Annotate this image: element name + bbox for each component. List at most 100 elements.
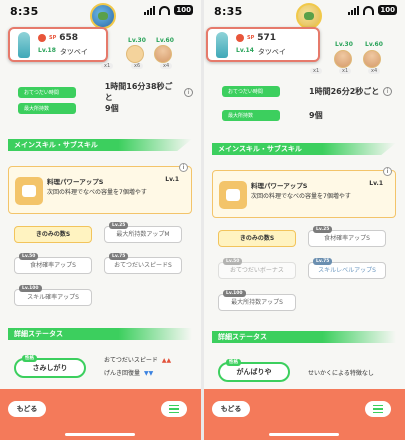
main-skill-desc: 次回の料理でなべの容量を7個増やす — [251, 193, 351, 200]
nature-badge[interactable]: 性格 がんばりや — [218, 359, 290, 382]
bottom-bar: もどる — [0, 389, 201, 440]
main-skill-level: Lv.1 — [369, 180, 383, 187]
wifi-icon — [159, 5, 171, 15]
status-time: 8:35 — [10, 4, 39, 18]
back-button[interactable]: もどる — [8, 401, 46, 417]
home-indicator — [269, 433, 339, 436]
pokemon-sprite — [216, 31, 228, 58]
nature-effect-down: げんき回復量 ▼▼ — [104, 370, 154, 377]
hamburger-icon — [373, 404, 383, 407]
ingredient-count: x1 — [339, 68, 352, 74]
mushroom-ingredient-icon[interactable] — [334, 50, 352, 68]
ingredient-count: x1 — [101, 63, 114, 69]
nature-name: がんばりや — [236, 368, 272, 376]
battery-icon: 100 — [174, 5, 193, 15]
comparison-view: 8:35 100 SP 658 Lv.18 タツベイ Lv.30 x6 Lv.60 … — [0, 0, 405, 440]
sp-icon — [38, 33, 46, 42]
nature-effect-up: おてつだいスピード ▲▲ — [104, 357, 172, 364]
pokemon-card[interactable]: SP 571 Lv.14 タツベイ — [206, 27, 320, 62]
sub-skill-3[interactable]: Lv.50 おてつだいボーナス — [218, 258, 296, 279]
pokemon-level: Lv.18 — [38, 46, 56, 54]
home-indicator — [65, 433, 135, 436]
main-skill-name: 料理パワーアップS — [251, 182, 308, 190]
up-arrow-icon: ▲▲ — [161, 357, 172, 364]
pokemon-level: Lv.14 — [236, 46, 254, 54]
right-screen: 8:35 100 SP 571 Lv.14 タツベイ Lv.30 x1 Lv.60 … — [204, 0, 405, 440]
nature-badge[interactable]: 性格 さみしがり — [14, 355, 86, 378]
main-skill-level: Lv.1 — [165, 176, 179, 183]
nature-effect-none: せいかくによる特徴なし — [308, 370, 374, 377]
pokemon-sprite — [18, 31, 30, 58]
help-time-value: 1時間16分38秒ごと — [104, 82, 173, 102]
max-carry-label: 最大所持数 — [18, 103, 76, 114]
down-arrow-icon: ▼▼ — [144, 370, 154, 377]
nature-tag: 性格 — [22, 355, 37, 362]
cooking-pot-icon — [15, 177, 43, 205]
ingredient-slot-3-level: Lv.60 — [156, 37, 174, 44]
sub-skill-4[interactable]: Lv.75 おてつだいスピードS — [104, 253, 182, 274]
section-header-status: 詳細ステータス — [8, 328, 192, 340]
sub-skill-4[interactable]: Lv.75 スキルレベルアップS — [308, 258, 386, 279]
max-carry-row: 最大所持数 9個 — [222, 110, 397, 121]
hamburger-icon — [169, 404, 179, 407]
sub-skill-1[interactable]: きのみの数S — [14, 226, 92, 243]
ingredient-count: x4 — [368, 68, 381, 74]
left-screen: 8:35 100 SP 658 Lv.18 タツベイ Lv.30 x6 Lv.60 … — [0, 0, 201, 440]
sp-value: 658 — [59, 32, 79, 43]
help-time-row: おてつだい時間 1時間26分2秒ごと i — [222, 86, 397, 97]
main-skill-name: 料理パワーアップS — [47, 178, 104, 186]
pokemon-name: タツベイ — [59, 47, 88, 56]
sub-skill-3[interactable]: Lv.50 食材確率アップS — [14, 253, 92, 274]
battery-icon: 100 — [378, 5, 397, 15]
section-header-status: 詳細ステータス — [212, 331, 396, 343]
menu-button[interactable] — [161, 401, 187, 417]
island-globe-icon[interactable] — [90, 3, 116, 29]
sub-skill-5[interactable]: Lv.100 スキル確率アップS — [14, 285, 92, 306]
status-time: 8:35 — [214, 4, 243, 18]
help-time-label: おてつだい時間 — [222, 86, 280, 97]
signal-icon — [348, 5, 360, 15]
cooking-pot-icon — [219, 181, 247, 209]
ingredient-slot-2-level: Lv.30 — [335, 41, 353, 48]
ingredient-icon[interactable] — [126, 45, 144, 63]
menu-button[interactable] — [365, 401, 391, 417]
sp-icon — [236, 33, 244, 42]
nature-name: さみしがり — [32, 364, 68, 372]
ingredient-count: x6 — [131, 63, 144, 69]
section-header-skills: メインスキル・サブスキル — [212, 143, 396, 155]
sp-label: SP — [49, 34, 57, 41]
info-icon[interactable]: i — [383, 87, 393, 96]
main-skill-card[interactable]: i 料理パワーアップS Lv.1 次回の料理でなべの容量を7個増やす — [8, 163, 192, 214]
sub-skill-1[interactable]: きのみの数S — [218, 230, 296, 247]
info-icon[interactable]: i — [179, 163, 188, 172]
section-header-skills: メインスキル・サブスキル — [8, 139, 192, 151]
help-time-label: おてつだい時間 — [18, 86, 76, 98]
nature-tag: 性格 — [226, 359, 241, 366]
back-button[interactable]: もどる — [212, 401, 250, 417]
max-carry-label: 最大所持数 — [222, 110, 280, 121]
main-skill-desc: 次回の料理でなべの容量を7個増やす — [47, 189, 147, 196]
help-time-row: おてつだい時間 1時間16分38秒ごと i — [18, 81, 193, 103]
bottom-bar: もどる — [204, 389, 405, 440]
ingredient-slot-3-level: Lv.60 — [365, 41, 383, 48]
help-time-value: 1時間26分2秒ごと — [309, 87, 380, 96]
ingredient-count: x1 — [310, 68, 323, 74]
mushroom-ingredient-icon[interactable] — [154, 45, 172, 63]
main-skill-card[interactable]: i 料理パワーアップS Lv.1 次回の料理でなべの容量を7個増やす — [212, 167, 396, 218]
ingredient-count: x4 — [160, 63, 173, 69]
ingredient-slot-2-level: Lv.30 — [128, 37, 146, 44]
info-icon[interactable]: i — [383, 167, 392, 176]
max-carry-row: 最大所持数 9個 — [18, 103, 193, 114]
sub-skill-5[interactable]: Lv.100 最大所持数アップS — [218, 290, 296, 311]
island-globe-icon[interactable] — [296, 3, 322, 29]
sp-label: SP — [247, 34, 255, 41]
sp-value: 571 — [257, 32, 277, 43]
sub-skill-2[interactable]: Lv.25 最大所持数アップM — [104, 222, 182, 243]
pokemon-card[interactable]: SP 658 Lv.18 タツベイ — [8, 27, 108, 62]
max-carry-value: 9個 — [309, 111, 323, 120]
signal-icon — [144, 5, 156, 15]
max-carry-value: 9個 — [105, 104, 119, 113]
mushroom-ingredient-icon[interactable] — [363, 50, 381, 68]
info-icon[interactable]: i — [184, 87, 193, 97]
sub-skill-2[interactable]: Lv.25 食材確率アップS — [308, 226, 386, 247]
